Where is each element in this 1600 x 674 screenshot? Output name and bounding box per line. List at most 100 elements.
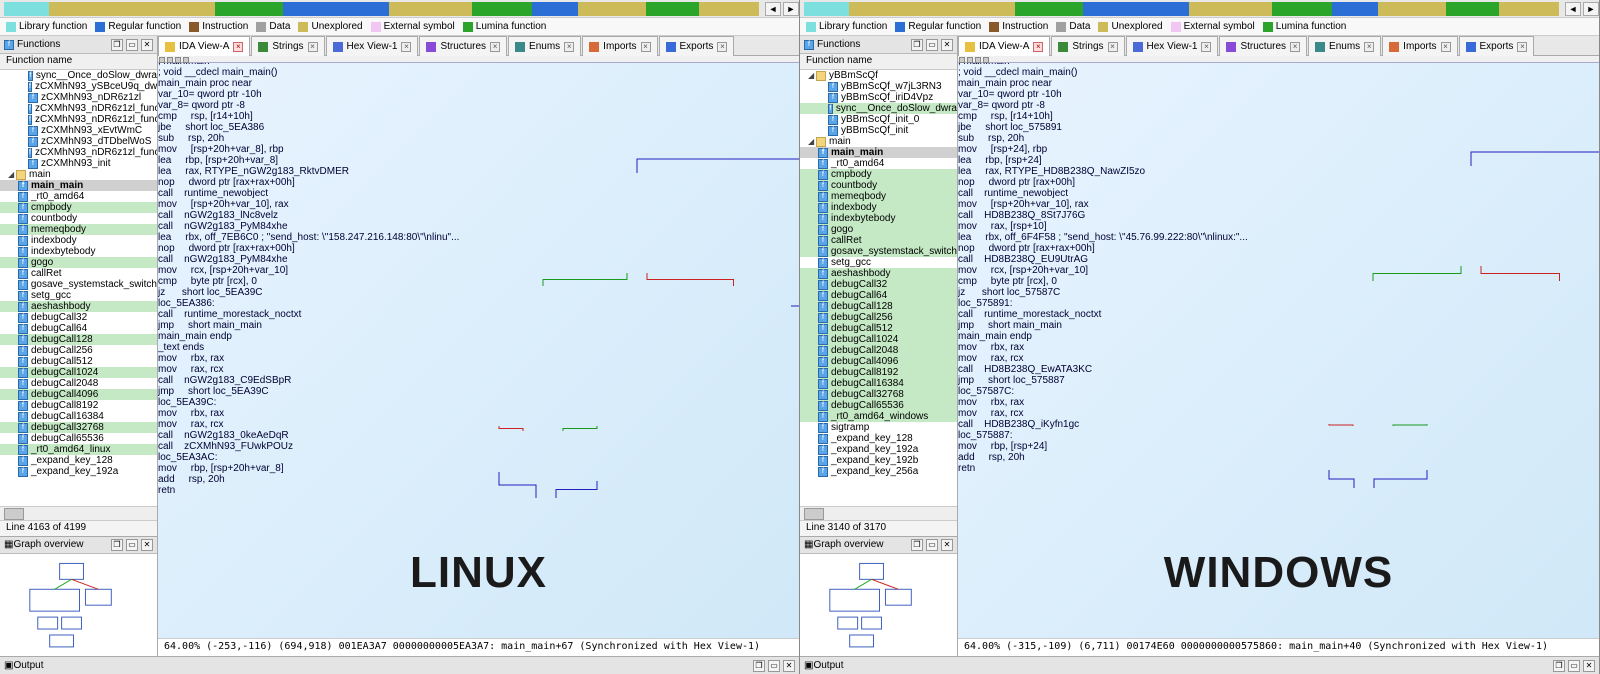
function-item[interactable]: fcmpbody: [800, 169, 957, 180]
asm-block[interactable]: sub rsp, 20hmov [rsp+24], rbplea rbp, [r…: [958, 133, 1208, 298]
asm-block[interactable]: loc_5EA3AC:mov rbp, [rsp+20h+var_8]add r…: [158, 452, 262, 496]
asm-block[interactable]: mov rbx, raxmov rax, rcxcall nGW2g183_C9…: [158, 353, 250, 397]
h-scrollbar[interactable]: [800, 506, 957, 520]
function-item[interactable]: fyBBmScQf_init: [800, 125, 957, 136]
function-item[interactable]: findexbytebody: [800, 213, 957, 224]
function-item[interactable]: fdebugCall16384: [800, 378, 957, 389]
function-name-column[interactable]: Function name: [0, 54, 157, 70]
function-item[interactable]: fzCXMhN93_dTDbelWoS: [0, 136, 157, 147]
function-item[interactable]: f_expand_key_128: [800, 433, 957, 444]
function-name-column[interactable]: Function name: [800, 54, 957, 70]
asm-block[interactable]: ; main.main; void __cdecl main_main()mai…: [958, 56, 1060, 133]
function-item[interactable]: fdebugCall256: [0, 345, 157, 356]
asm-block[interactable]: sub rsp, 20hmov [rsp+20h+var_8], rbplea …: [158, 133, 418, 298]
function-item[interactable]: fcountbody: [0, 213, 157, 224]
function-item[interactable]: faeshashbody: [800, 268, 957, 279]
function-item[interactable]: fdebugCall512: [800, 323, 957, 334]
block-titlebar[interactable]: [158, 56, 799, 63]
graph-overview-body[interactable]: [0, 554, 157, 656]
tab-exports[interactable]: Exports×: [1459, 36, 1535, 56]
function-item[interactable]: fyBBmScQf_w7jL3RN3: [800, 81, 957, 92]
close-icon[interactable]: ×: [1364, 42, 1374, 52]
function-item[interactable]: fzCXMhN93_nDR6z1zl_func: [0, 103, 157, 114]
close-icon[interactable]: ×: [1441, 42, 1451, 52]
function-item[interactable]: fsync__Once_doSlow_dwra: [0, 70, 157, 81]
nav-arrow[interactable]: ►: [783, 2, 799, 16]
panel-button[interactable]: ▭: [926, 539, 938, 551]
function-item[interactable]: fdebugCall2048: [800, 345, 957, 356]
tab-hex-view-1[interactable]: Hex View-1×: [326, 36, 419, 56]
asm-block[interactable]: loc_5EA39C:mov rbx, raxmov rax, rcxcall …: [158, 397, 256, 452]
ida-graph-view[interactable]: ; main.main; void __cdecl main_main()mai…: [958, 56, 1599, 638]
function-item[interactable]: fzCXMhN93_nDR6z1zl_func: [0, 147, 157, 158]
function-item[interactable]: fmain_main: [0, 180, 157, 191]
function-item[interactable]: fcmpbody: [0, 202, 157, 213]
function-item[interactable]: fdebugCall8192: [800, 367, 957, 378]
tab-exports[interactable]: Exports×: [659, 36, 735, 56]
function-item[interactable]: fdebugCall512: [0, 356, 157, 367]
function-item[interactable]: fdebugCall65536: [800, 400, 957, 411]
function-item[interactable]: fsetg_gcc: [800, 257, 957, 268]
function-item[interactable]: fdebugCall16384: [0, 411, 157, 422]
function-item[interactable]: fzCXMhN93_nDR6z1zl: [0, 92, 157, 103]
function-item[interactable]: f_expand_key_256a: [800, 466, 957, 477]
panel-button[interactable]: ✕: [941, 39, 953, 51]
asm-block[interactable]: loc_575887:mov rbp, [rsp+24]add rsp, 20h…: [958, 430, 1038, 474]
function-item[interactable]: fdebugCall2048: [0, 378, 157, 389]
function-item[interactable]: fdebugCall64: [800, 290, 957, 301]
function-item[interactable]: f_rt0_amd64_linux: [0, 444, 157, 455]
function-item[interactable]: findexbody: [0, 235, 157, 246]
graph-overview-body[interactable]: [800, 554, 957, 656]
function-item[interactable]: fmain_main: [800, 147, 957, 158]
function-item[interactable]: fdebugCall65536: [0, 433, 157, 444]
function-item[interactable]: fyBBmScQf_iriD4Vpz: [800, 92, 957, 103]
function-item[interactable]: fgosave_systemstack_switch: [800, 246, 957, 257]
function-item[interactable]: fdebugCall128: [800, 301, 957, 312]
function-item[interactable]: fzCXMhN93_init: [0, 158, 157, 169]
function-item[interactable]: fdebugCall128: [0, 334, 157, 345]
panel-button[interactable]: ❐: [753, 660, 765, 672]
block-titlebar[interactable]: [958, 56, 1599, 63]
ida-graph-view[interactable]: ; main.main; void __cdecl main_main()mai…: [158, 56, 799, 638]
function-item[interactable]: fgosave_systemstack_switch: [0, 279, 157, 290]
close-icon[interactable]: ×: [1033, 42, 1043, 52]
function-item[interactable]: fdebugCall64: [0, 323, 157, 334]
function-item[interactable]: fdebugCall1024: [0, 367, 157, 378]
function-item[interactable]: faeshashbody: [0, 301, 157, 312]
function-item[interactable]: findexbody: [800, 202, 957, 213]
close-icon[interactable]: ×: [1201, 42, 1211, 52]
panel-button[interactable]: ✕: [1583, 660, 1595, 672]
tab-structures[interactable]: Structures×: [1219, 36, 1307, 56]
nav-arrow[interactable]: ◄: [765, 2, 781, 16]
function-item[interactable]: fdebugCall4096: [0, 389, 157, 400]
panel-button[interactable]: ▭: [768, 660, 780, 672]
panel-button[interactable]: ✕: [941, 539, 953, 551]
tab-enums[interactable]: Enums×: [508, 36, 581, 56]
panel-button[interactable]: ❐: [911, 39, 923, 51]
h-scrollbar[interactable]: [0, 506, 157, 520]
function-item[interactable]: fdebugCall1024: [800, 334, 957, 345]
navigation-bar[interactable]: ◄►: [800, 0, 1599, 18]
asm-block[interactable]: loc_57587C:mov rbx, raxmov rax, rcxcall …: [958, 386, 1048, 430]
function-item[interactable]: fdebugCall32: [0, 312, 157, 323]
close-icon[interactable]: ×: [490, 42, 500, 52]
tab-structures[interactable]: Structures×: [419, 36, 507, 56]
function-item[interactable]: fzCXMhN93_nDR6z1zl_func: [0, 114, 157, 125]
function-item[interactable]: f_rt0_amd64: [800, 158, 957, 169]
function-item[interactable]: fdebugCall4096: [800, 356, 957, 367]
panel-button[interactable]: ❐: [1553, 660, 1565, 672]
function-item[interactable]: fcountbody: [800, 180, 957, 191]
panel-button[interactable]: ✕: [141, 539, 153, 551]
nav-arrow[interactable]: ►: [1583, 2, 1599, 16]
function-item[interactable]: fmemeqbody: [0, 224, 157, 235]
close-icon[interactable]: ×: [1290, 42, 1300, 52]
function-item[interactable]: fzCXMhN93_ySBceU9q_dwra: [0, 81, 157, 92]
function-item[interactable]: fdebugCall32768: [0, 422, 157, 433]
asm-block[interactable]: ; main.main; void __cdecl main_main()mai…: [158, 56, 260, 133]
panel-button[interactable]: ✕: [783, 660, 795, 672]
close-icon[interactable]: ×: [1108, 42, 1118, 52]
function-item[interactable]: findexbytebody: [0, 246, 157, 257]
close-icon[interactable]: ×: [1517, 42, 1527, 52]
function-item[interactable]: f_expand_key_192a: [0, 466, 157, 477]
tab-imports[interactable]: Imports×: [1382, 36, 1457, 56]
